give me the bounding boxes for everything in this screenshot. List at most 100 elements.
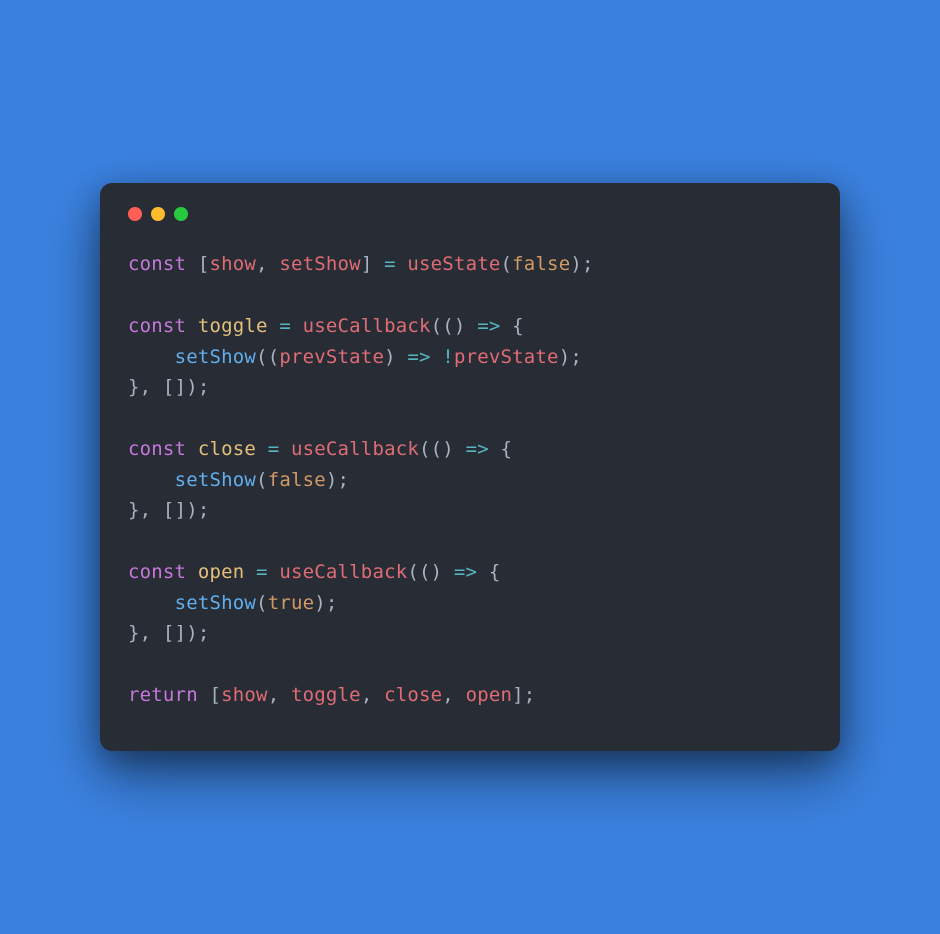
- code-token: =: [268, 438, 280, 460]
- code-token: ,: [361, 684, 373, 706]
- code-token: [268, 315, 280, 337]
- code-token: [431, 346, 443, 368]
- code-token: {: [512, 315, 524, 337]
- code-token: [466, 315, 478, 337]
- code-token: ): [384, 346, 396, 368]
- code-token: [396, 253, 408, 275]
- code-token: [151, 622, 163, 644]
- code-token: ): [186, 622, 198, 644]
- code-token: (: [419, 438, 431, 460]
- code-token: =>: [477, 315, 500, 337]
- code-token: [244, 561, 256, 583]
- code-token: }: [128, 376, 140, 398]
- code-token: [279, 684, 291, 706]
- code-token: =: [256, 561, 268, 583]
- code-token: ;: [198, 622, 210, 644]
- code-token: const: [128, 561, 186, 583]
- code-token: ): [186, 376, 198, 398]
- code-token: ]: [512, 684, 524, 706]
- code-token: const: [128, 253, 186, 275]
- code-token: ): [431, 561, 443, 583]
- code-token: ;: [198, 499, 210, 521]
- code-token: (: [407, 561, 419, 583]
- code-token: [128, 469, 175, 491]
- code-token: ): [186, 499, 198, 521]
- minimize-icon[interactable]: [151, 207, 165, 221]
- code-token: (: [256, 592, 268, 614]
- code-token: true: [268, 592, 315, 614]
- code-token: ): [314, 592, 326, 614]
- code-token: [279, 438, 291, 460]
- code-token: [151, 376, 163, 398]
- code-token: (: [256, 469, 268, 491]
- code-token: prevState: [279, 346, 384, 368]
- code-token: [: [163, 499, 175, 521]
- code-token: =>: [466, 438, 489, 460]
- code-token: useCallback: [279, 561, 407, 583]
- code-token: ,: [140, 499, 152, 521]
- code-token: [151, 499, 163, 521]
- code-token: ]: [175, 499, 187, 521]
- code-token: const: [128, 315, 186, 337]
- code-token: [372, 253, 384, 275]
- code-token: ,: [140, 622, 152, 644]
- code-token: [372, 684, 384, 706]
- code-token: false: [512, 253, 570, 275]
- code-token: ,: [256, 253, 268, 275]
- code-token: {: [500, 438, 512, 460]
- code-token: }: [128, 622, 140, 644]
- code-token: ,: [268, 684, 280, 706]
- code-token: useCallback: [303, 315, 431, 337]
- close-icon[interactable]: [128, 207, 142, 221]
- code-token: [: [198, 253, 210, 275]
- code-token: close: [384, 684, 442, 706]
- code-token: ;: [326, 592, 338, 614]
- code-token: [454, 684, 466, 706]
- code-token: [: [209, 684, 221, 706]
- code-token: open: [466, 684, 513, 706]
- code-token: [256, 438, 268, 460]
- code-token: ]: [361, 253, 373, 275]
- code-token: ;: [582, 253, 594, 275]
- code-token: ;: [198, 376, 210, 398]
- code-token: !: [442, 346, 454, 368]
- maximize-icon[interactable]: [174, 207, 188, 221]
- code-token: [186, 315, 198, 337]
- code-token: }: [128, 499, 140, 521]
- code-token: useState: [407, 253, 500, 275]
- code-token: useCallback: [291, 438, 419, 460]
- code-token: =>: [407, 346, 430, 368]
- code-token: (: [442, 315, 454, 337]
- code-token: toggle: [198, 315, 268, 337]
- code-token: prevState: [454, 346, 559, 368]
- code-token: {: [489, 561, 501, 583]
- code-token: ): [454, 315, 466, 337]
- code-token: toggle: [291, 684, 361, 706]
- code-token: [198, 684, 210, 706]
- code-token: setShow: [175, 346, 256, 368]
- code-window: const [show, setShow] = useState(false);…: [100, 183, 840, 750]
- code-token: ,: [140, 376, 152, 398]
- code-token: [268, 253, 280, 275]
- code-token: [442, 561, 454, 583]
- code-token: =>: [454, 561, 477, 583]
- code-token: [477, 561, 489, 583]
- code-token: (: [256, 346, 268, 368]
- code-token: =: [279, 315, 291, 337]
- code-token: (: [419, 561, 431, 583]
- code-token: ;: [570, 346, 582, 368]
- code-token: (: [431, 315, 443, 337]
- code-token: [396, 346, 408, 368]
- code-token: =: [384, 253, 396, 275]
- code-token: (: [431, 438, 443, 460]
- code-token: ,: [442, 684, 454, 706]
- code-token: setShow: [175, 469, 256, 491]
- code-token: [454, 438, 466, 460]
- code-token: [186, 561, 198, 583]
- code-token: ;: [338, 469, 350, 491]
- code-token: [128, 592, 175, 614]
- code-token: show: [221, 684, 268, 706]
- window-controls: [128, 207, 812, 221]
- code-token: [291, 315, 303, 337]
- code-token: ): [570, 253, 582, 275]
